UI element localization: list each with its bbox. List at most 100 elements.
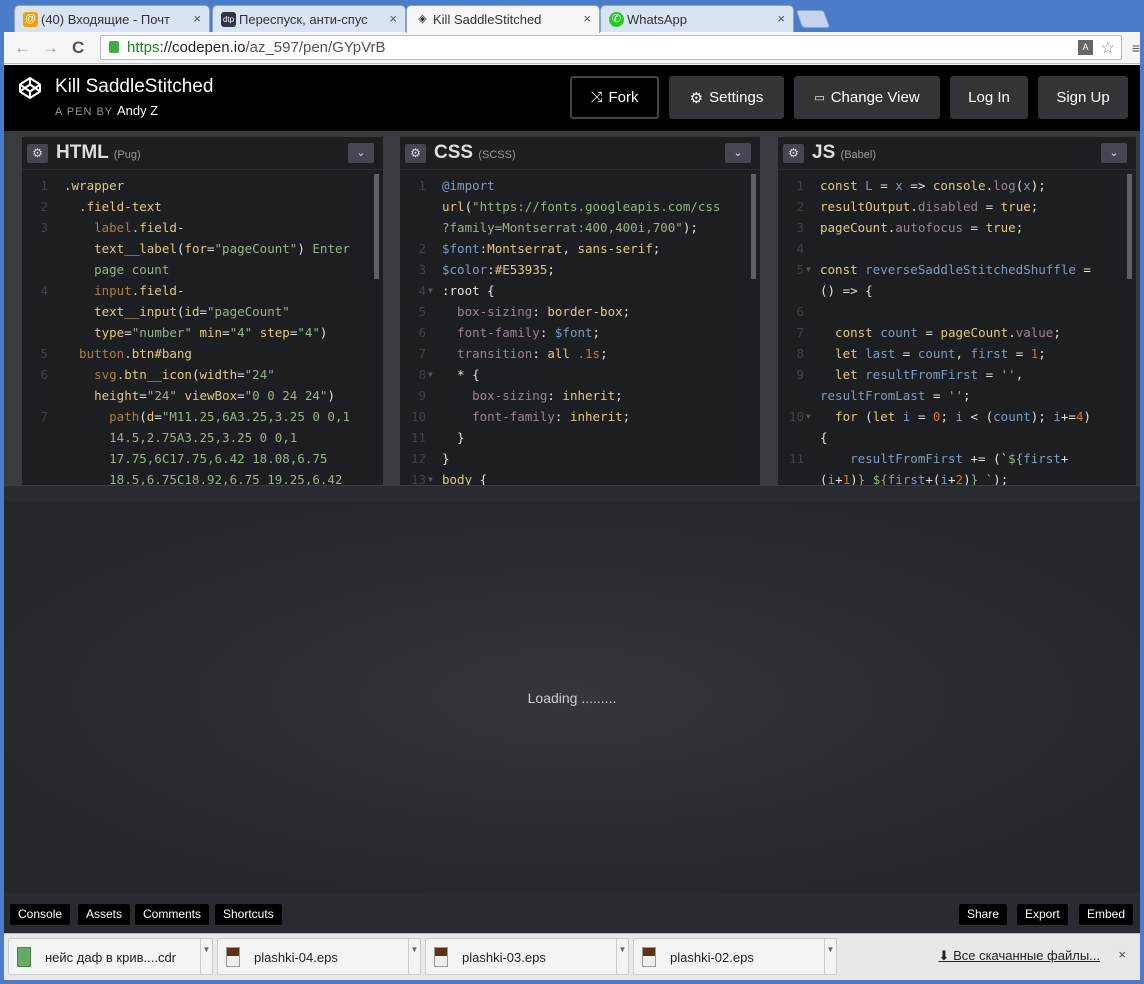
- code-token: all: [547, 346, 578, 361]
- code-token: ;: [963, 388, 971, 403]
- editor-settings-gear-icon[interactable]: ⚙: [783, 144, 804, 163]
- close-downloads-icon[interactable]: ×: [1118, 947, 1126, 962]
- editor-scrollbar[interactable]: [374, 174, 379, 279]
- code-line: 9 let resultFromFirst = '',: [778, 364, 1136, 385]
- fold-triangle-icon[interactable]: ▼: [428, 469, 433, 485]
- code-text: text__label(for="pageCount") Enter: [64, 238, 350, 259]
- translate-icon[interactable]: A: [1078, 40, 1093, 55]
- chevron-down-icon[interactable]: ▼: [824, 939, 836, 974]
- fold-triangle-icon[interactable]: ▼: [806, 259, 811, 280]
- code-line: 1 const L = x => console.log(x);: [778, 175, 1136, 196]
- js-editor-header: ⚙ JS (Babel) ⌄: [778, 137, 1136, 170]
- shortcuts-button[interactable]: Shortcuts: [215, 904, 282, 925]
- chevron-down-icon[interactable]: ▼: [616, 939, 628, 974]
- close-tab-icon[interactable]: ×: [389, 11, 397, 26]
- fork-button[interactable]: ⤨ Fork: [570, 76, 659, 119]
- code-token: pageCount: [940, 325, 1009, 340]
- line-number: 6: [418, 325, 426, 340]
- author-link[interactable]: Andy Z: [117, 103, 158, 118]
- url-path: /az_597/pen/GYpVrB: [245, 39, 386, 56]
- chevron-down-icon[interactable]: ▼: [408, 939, 420, 974]
- download-filename: нейс даф в крив....cdr: [45, 950, 177, 965]
- reload-icon[interactable]: C: [72, 38, 84, 58]
- chevron-down-icon[interactable]: ▼: [200, 939, 212, 974]
- js-editor[interactable]: ⚙ JS (Babel) ⌄ 1 const L = x => console.l…: [778, 137, 1136, 485]
- change-view-button[interactable]: ▭ Change View: [794, 76, 940, 119]
- preview-pane[interactable]: Loading .........: [4, 502, 1140, 893]
- fork-label: Fork: [608, 89, 639, 106]
- close-tab-icon[interactable]: ×: [583, 11, 591, 26]
- footer-bar: Console Assets Comments Shortcuts Share …: [4, 893, 1140, 933]
- comments-button[interactable]: Comments: [135, 904, 210, 925]
- download-item[interactable]: plashki-02.eps ▼: [633, 938, 837, 975]
- code-token: for: [820, 409, 866, 424]
- line-number: 7: [40, 409, 48, 424]
- css-editor[interactable]: ⚙ CSS (SCSS) ⌄ 1 @import url("https://font…: [400, 137, 760, 485]
- editor-settings-gear-icon[interactable]: ⚙: [27, 144, 48, 163]
- tab-dtp[interactable]: dtp Переспуск, анти-спус ×: [212, 5, 406, 33]
- code-token: {: [472, 472, 488, 485]
- code-token: "number": [131, 325, 200, 340]
- editor-menu-chevron-down-icon[interactable]: ⌄: [348, 143, 374, 163]
- settings-button[interactable]: ⚙ Settings: [669, 76, 784, 119]
- code-token: Montserrat: [487, 241, 563, 256]
- code-token: +: [1060, 451, 1069, 466]
- code-text: height="24" viewBox="0 0 24 24"): [64, 385, 335, 406]
- editor-menu-chevron-down-icon[interactable]: ⌄: [725, 143, 751, 163]
- code-text: 18.5,6.75C18.92,6.75 19.25,6.42: [64, 469, 342, 485]
- code-text: for (let i = 0; i < (count); i+=4): [820, 406, 1091, 427]
- login-label: Log In: [968, 89, 1010, 106]
- code-text: ?family=Montserrat:400,400i,700");: [442, 217, 698, 238]
- share-button[interactable]: Share: [959, 904, 1008, 925]
- code-token: =: [978, 199, 1001, 214]
- editor-menu-chevron-down-icon[interactable]: ⌄: [1101, 143, 1127, 163]
- code-text: .field-text: [64, 196, 162, 217]
- bookmark-star-icon[interactable]: ☆: [1101, 38, 1115, 58]
- code-token: L: [865, 178, 873, 193]
- menu-icon[interactable]: ≡: [1132, 40, 1140, 56]
- code-line: 1 .wrapper: [22, 175, 383, 196]
- assets-button[interactable]: Assets: [78, 904, 131, 925]
- tab-inbox[interactable]: @ (40) Входящие - Почт ×: [14, 5, 210, 33]
- editor-settings-gear-icon[interactable]: ⚙: [405, 144, 426, 163]
- editor-scrollbar[interactable]: [751, 174, 756, 279]
- code-area[interactable]: 1 const L = x => console.log(x); 2 resultOu…: [778, 170, 1136, 485]
- forward-icon[interactable]: →: [42, 38, 59, 58]
- close-tab-icon[interactable]: ×: [193, 11, 201, 26]
- code-token: '': [947, 388, 963, 403]
- fold-triangle-icon[interactable]: ▼: [428, 364, 433, 385]
- download-item[interactable]: plashki-04.eps ▼: [217, 938, 421, 975]
- code-token: }: [442, 430, 465, 445]
- all-downloads-link[interactable]: ⬇ Все скачанные файлы...: [939, 948, 1100, 964]
- embed-button[interactable]: Embed: [1079, 904, 1134, 925]
- tab-whatsapp[interactable]: ✆ WhatsApp ×: [600, 5, 794, 33]
- code-token: font-family: [442, 325, 540, 340]
- console-button[interactable]: Console: [10, 904, 71, 925]
- code-token: =: [139, 388, 147, 403]
- signup-button[interactable]: Sign Up: [1038, 76, 1128, 119]
- code-line: 3 $color:#E53935;: [400, 259, 760, 280]
- export-button[interactable]: Export: [1017, 904, 1068, 925]
- download-item[interactable]: plashki-03.eps ▼: [425, 938, 629, 975]
- login-button[interactable]: Log In: [950, 76, 1028, 119]
- new-tab-button[interactable]: [795, 10, 831, 28]
- code-line: {: [778, 427, 1136, 448]
- back-icon[interactable]: ←: [14, 38, 31, 58]
- html-editor[interactable]: ⚙ HTML (Pug) ⌄ 1 .wrapper 2 .field-text 3 l…: [22, 137, 383, 485]
- tab-codepen[interactable]: ◈ Kill SaddleStitched ×: [406, 5, 600, 33]
- preview-resizer[interactable]: [4, 485, 1140, 502]
- url-input[interactable]: https://codepen.io/az_597/pen/GYpVrB A ☆: [100, 35, 1122, 60]
- code-area[interactable]: 1 @import url("https://fonts.googleapis.co…: [400, 170, 760, 485]
- fold-triangle-icon[interactable]: ▼: [428, 280, 433, 301]
- code-token: button: [64, 346, 125, 361]
- signup-label: Sign Up: [1056, 89, 1110, 106]
- download-item[interactable]: нейс даф в крив....cdr ▼: [8, 938, 213, 975]
- fold-triangle-icon[interactable]: ▼: [806, 406, 811, 427]
- editor-scrollbar[interactable]: [1127, 174, 1132, 279]
- line-number: 1: [796, 178, 804, 193]
- codepen-logo-icon[interactable]: [18, 76, 42, 100]
- fork-icon: ⤨: [590, 89, 603, 106]
- close-tab-icon[interactable]: ×: [777, 11, 785, 26]
- whatsapp-icon: ✆: [609, 12, 624, 27]
- code-area[interactable]: 1 .wrapper 2 .field-text 3 label.field- tex…: [22, 170, 383, 485]
